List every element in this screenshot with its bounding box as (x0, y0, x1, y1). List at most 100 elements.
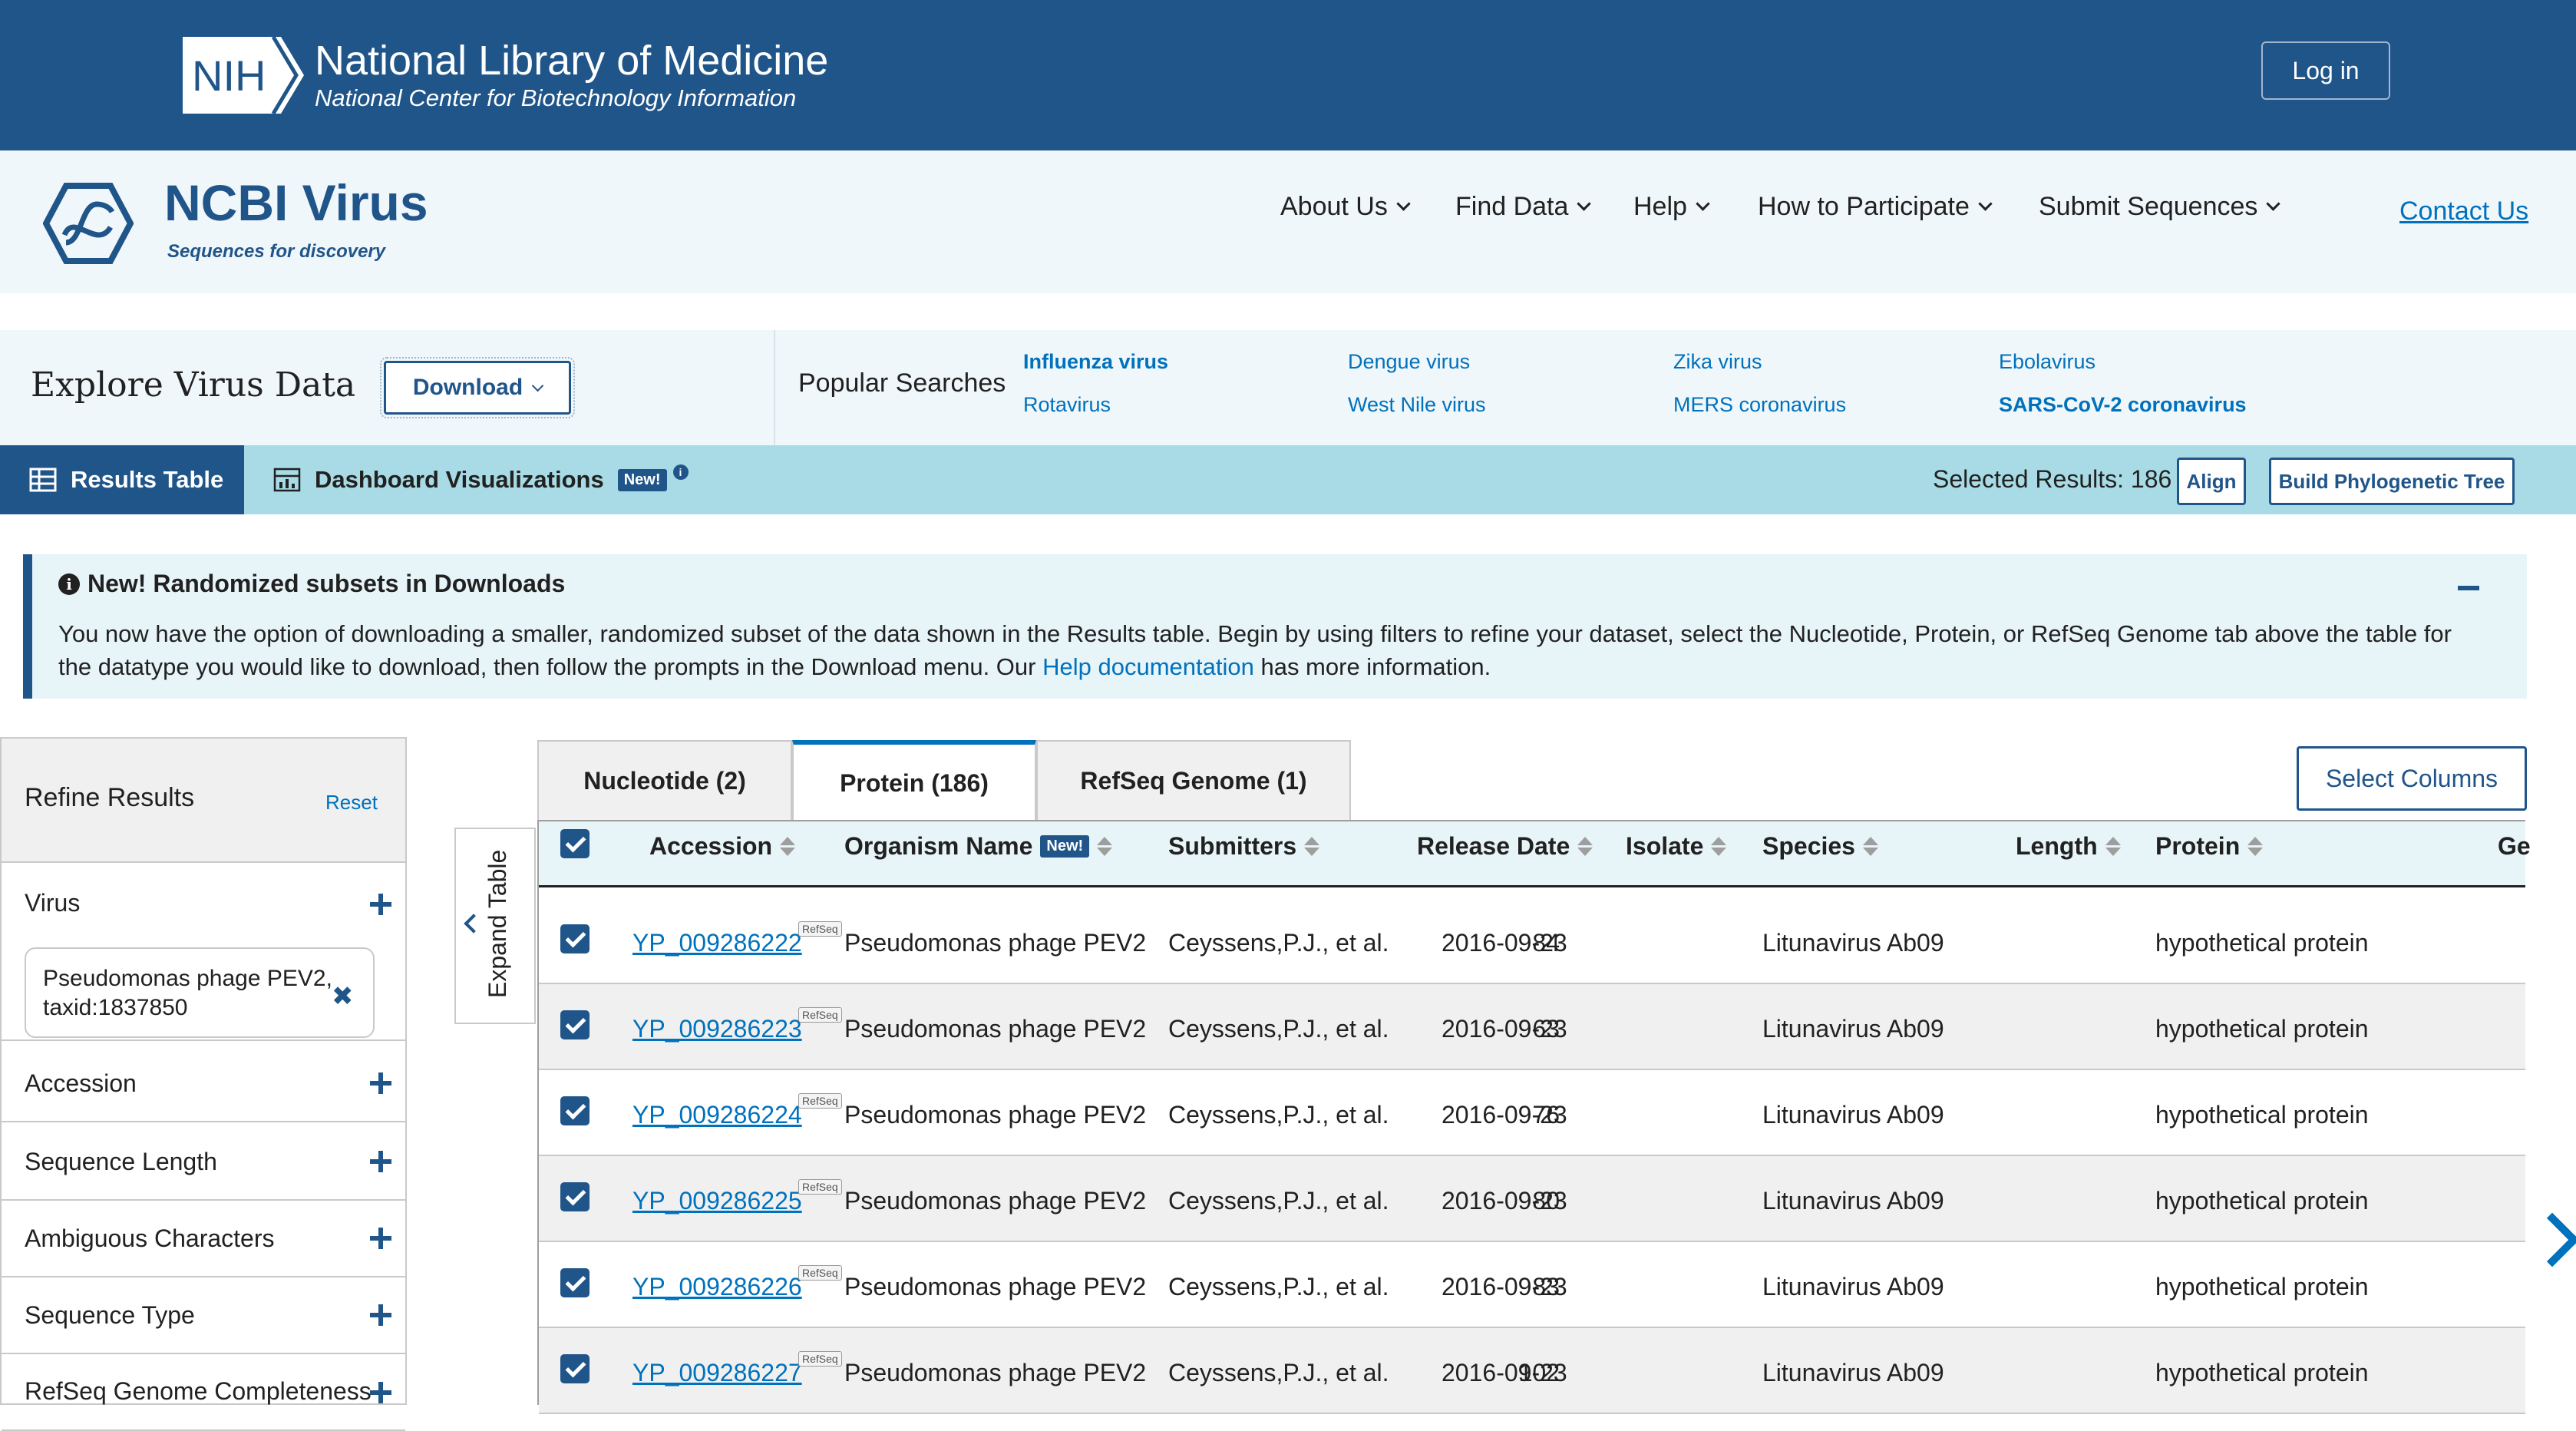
row-checkbox[interactable] (560, 924, 590, 953)
column-header-gene[interactable]: Ge (2498, 832, 2531, 861)
row-checkbox[interactable] (560, 1182, 590, 1211)
tab-protein[interactable]: Protein (186) (792, 740, 1036, 821)
tab-results-table[interactable]: Results Table (0, 445, 244, 514)
virus-filter-chip: Pseudomonas phage PEV2, taxid:1837850 (25, 947, 375, 1038)
column-header-species[interactable]: Species (1762, 832, 1878, 861)
chevron-down-icon (1396, 197, 1411, 211)
reset-link[interactable]: Reset (325, 791, 378, 815)
species-cell: Litunavirus Ab09 (1762, 1187, 1944, 1215)
plus-icon[interactable] (370, 1072, 391, 1094)
dashboard-icon (273, 468, 301, 492)
column-header-accession[interactable]: Accession (649, 832, 796, 861)
popular-search-link[interactable]: West Nile virus (1348, 393, 1486, 417)
nav-help[interactable]: Help (1633, 192, 1710, 222)
build-phylogenetic-tree-button[interactable]: Build Phylogenetic Tree (2269, 458, 2515, 505)
accession-link[interactable]: YP_009286226 (632, 1273, 802, 1301)
accession-link[interactable]: YP_009286222 (632, 929, 802, 957)
download-button[interactable]: Download (380, 357, 575, 418)
ncbi-virus-logo-icon[interactable] (43, 181, 134, 266)
login-button[interactable]: Log in (2261, 41, 2390, 100)
facet-refseq-genome-completeness[interactable]: RefSeq Genome Completeness (2, 1354, 405, 1431)
column-label: Protein (2155, 832, 2241, 860)
popular-search-link[interactable]: Rotavirus (1023, 393, 1111, 417)
nav-how-to-participate[interactable]: How to Participate (1758, 192, 1993, 222)
select-columns-button[interactable]: Select Columns (2297, 746, 2527, 811)
info-icon[interactable]: i (672, 464, 689, 480)
row-checkbox[interactable] (560, 1010, 590, 1039)
sort-icon[interactable] (1862, 837, 1878, 856)
collapse-icon[interactable] (2458, 586, 2479, 590)
protein-cell: hypothetical protein (2155, 1273, 2369, 1300)
popular-search-link[interactable]: MERS coronavirus (1673, 393, 1846, 417)
nav-about-us[interactable]: About Us (1280, 192, 1411, 222)
row-checkbox[interactable] (560, 1096, 590, 1125)
protein-cell: hypothetical protein (2155, 1359, 2369, 1386)
sort-icon[interactable] (1097, 837, 1113, 856)
table-row[interactable]: YP_009286225 RefSeq Pseudomonas phage PE… (539, 1156, 2525, 1242)
nav-label: How to Participate (1758, 192, 1970, 221)
facet-accession[interactable]: Accession (2, 1046, 405, 1122)
nav-submit-sequences[interactable]: Submit Sequences (2039, 192, 2281, 222)
column-header-length[interactable]: Length (2016, 832, 2121, 861)
sort-icon[interactable] (1711, 837, 1727, 856)
site-title[interactable]: NCBI Virus (164, 174, 428, 232)
sort-icon[interactable] (2105, 837, 2121, 856)
column-header-submitters[interactable]: Submitters (1168, 832, 1320, 861)
accession-link[interactable]: YP_009286223 (632, 1015, 802, 1043)
help-documentation-link[interactable]: Help documentation (1042, 653, 1254, 680)
sort-icon[interactable] (1577, 837, 1593, 856)
tab-dashboard-visualizations[interactable]: Dashboard Visualizations New! i (273, 445, 689, 514)
refseq-tag: RefSeq (798, 1265, 842, 1281)
align-button[interactable]: Align (2177, 458, 2246, 505)
accession-link[interactable]: YP_009286224 (632, 1101, 802, 1129)
remove-filter-icon[interactable]: ✖ (332, 981, 354, 1012)
contact-us-link[interactable]: Contact Us (2399, 197, 2528, 226)
plus-icon[interactable] (370, 1382, 391, 1403)
plus-icon[interactable] (370, 1304, 391, 1326)
popular-searches-label: Popular Searches (798, 368, 1006, 398)
table-row[interactable]: YP_009286226 RefSeq Pseudomonas phage PE… (539, 1242, 2525, 1328)
table-row[interactable]: YP_009286227 RefSeq Pseudomonas phage PE… (539, 1328, 2525, 1414)
select-all-checkbox[interactable] (560, 829, 590, 858)
column-header-isolate[interactable]: Isolate (1626, 832, 1727, 861)
column-header-protein[interactable]: Protein (2155, 832, 2264, 861)
chevron-down-icon (1978, 197, 1993, 211)
accession-link[interactable]: YP_009286225 (632, 1187, 802, 1215)
nih-logo[interactable]: NIH (183, 37, 304, 114)
row-checkbox[interactable] (560, 1268, 590, 1297)
tab-refseq-genome[interactable]: RefSeq Genome (1) (1036, 740, 1351, 821)
table-row[interactable]: YP_009286222 RefSeq Pseudomonas phage PE… (539, 898, 2525, 984)
protein-cell: hypothetical protein (2155, 929, 2369, 957)
nav-find-data[interactable]: Find Data (1455, 192, 1592, 222)
popular-search-link[interactable]: Ebolavirus (1999, 350, 2095, 374)
sort-icon[interactable] (2247, 837, 2264, 856)
popular-search-link[interactable]: Influenza virus (1023, 350, 1168, 374)
table-row[interactable]: YP_009286223 RefSeq Pseudomonas phage PE… (539, 984, 2525, 1070)
plus-icon[interactable] (370, 1151, 391, 1172)
species-cell: Litunavirus Ab09 (1762, 1101, 1944, 1129)
scroll-right-icon[interactable] (2525, 1212, 2576, 1267)
tab-label: Dashboard Visualizations (315, 466, 604, 493)
row-checkbox[interactable] (560, 1354, 590, 1383)
species-cell: Litunavirus Ab09 (1762, 1359, 1944, 1386)
facet-label: Sequence Type (25, 1300, 195, 1329)
refseq-tag: RefSeq (798, 921, 842, 937)
tab-nucleotide[interactable]: Nucleotide (2) (537, 740, 792, 821)
column-header-release-date[interactable]: Release Date (1417, 832, 1593, 861)
plus-icon[interactable] (370, 1228, 391, 1249)
popular-search-link[interactable]: Zika virus (1673, 350, 1762, 374)
column-label: Species (1762, 832, 1855, 860)
column-header-organism-name[interactable]: Organism Name New! (844, 832, 1113, 861)
sort-icon[interactable] (1304, 837, 1320, 856)
facet-sequence-type[interactable]: Sequence Type (2, 1277, 405, 1354)
facet-ambiguous-characters[interactable]: Ambiguous Characters (2, 1201, 405, 1277)
popular-search-link[interactable]: Dengue virus (1348, 350, 1470, 374)
accession-link[interactable]: YP_009286227 (632, 1359, 802, 1387)
table-row[interactable]: YP_009286224 RefSeq Pseudomonas phage PE… (539, 1070, 2525, 1156)
sort-icon[interactable] (780, 837, 796, 856)
refine-results-title: Refine Results (25, 783, 195, 812)
facet-sequence-length[interactable]: Sequence Length (2, 1124, 405, 1201)
popular-search-link[interactable]: SARS-CoV-2 coronavirus (1999, 393, 2247, 417)
plus-icon[interactable] (370, 894, 391, 915)
column-label: Organism Name (844, 832, 1033, 860)
